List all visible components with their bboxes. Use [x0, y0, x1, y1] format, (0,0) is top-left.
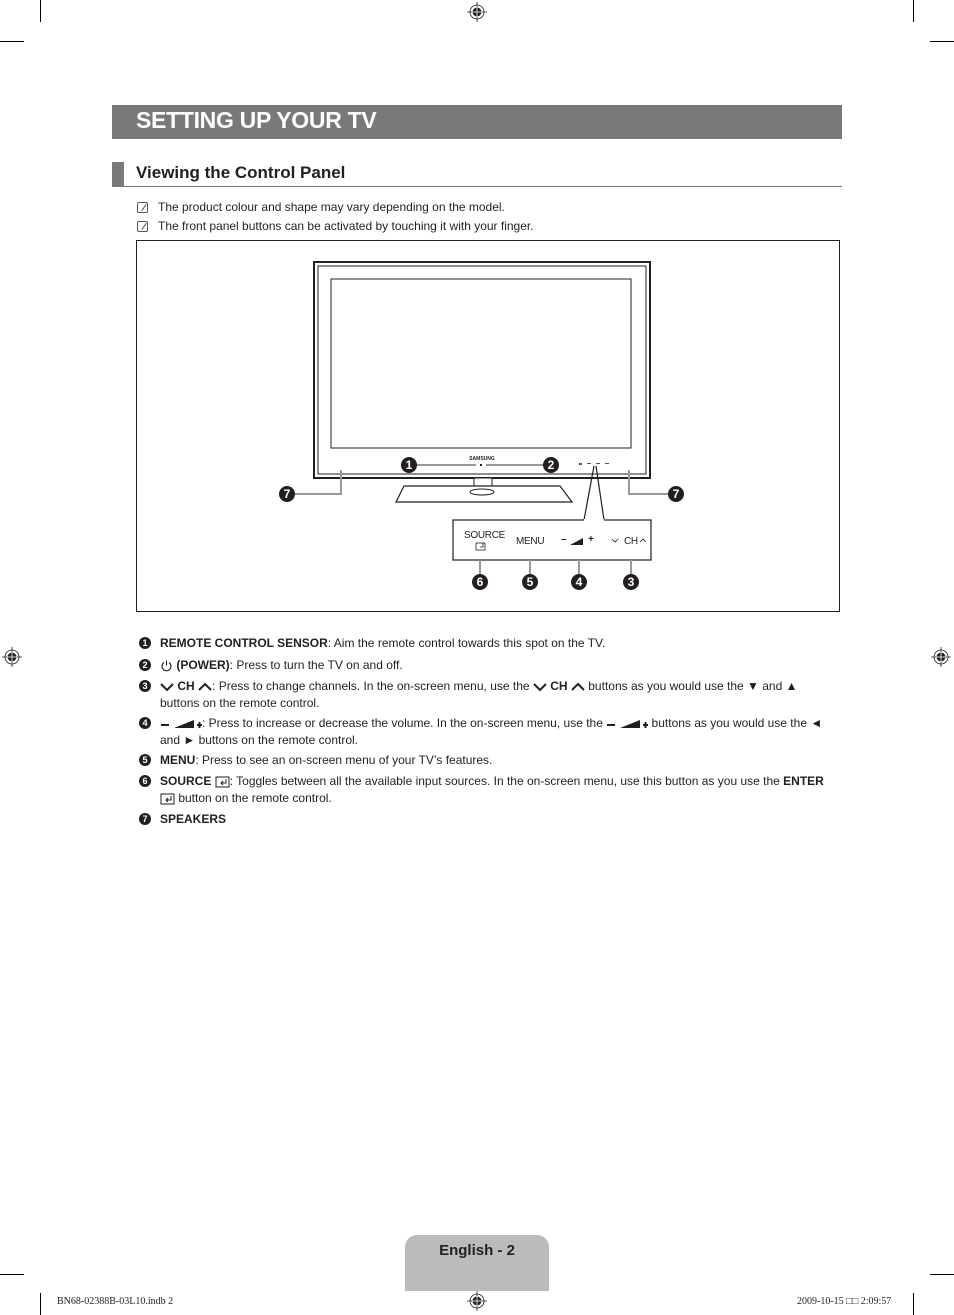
- section-heading: Viewing the Control Panel: [136, 163, 346, 182]
- list-item: 1 REMOTE CONTROL SENSOR: Aim the remote …: [139, 635, 839, 652]
- item-term: SOURCE: [160, 774, 212, 788]
- panel-source-label: SOURCE: [464, 530, 505, 541]
- tv-stand-base: [395, 485, 574, 503]
- panel-vol-minus-label: –: [561, 534, 567, 545]
- item-text: : Press to change channels. In the on-sc…: [212, 679, 533, 693]
- enter-icon: [160, 793, 175, 805]
- touch-button-mark: [596, 463, 600, 464]
- item-term: CH: [177, 679, 195, 693]
- list-item: 6 SOURCE : Toggles between all the avail…: [139, 773, 839, 807]
- page-title-bar: SETTING UP YOUR TV: [112, 105, 842, 139]
- tv-screen: [330, 278, 632, 449]
- page-title: SETTING UP YOUR TV: [136, 107, 377, 133]
- power-icon: [161, 660, 172, 672]
- crop-mark: [0, 1274, 24, 1275]
- list-item: 3 CH : Press to change channels. In the …: [139, 678, 839, 712]
- section-marker: [112, 162, 124, 186]
- item-term: CH: [550, 679, 568, 693]
- crop-mark: [0, 41, 24, 42]
- registration-mark-icon: [467, 2, 487, 22]
- item-number: 3: [139, 680, 151, 692]
- chevron-up-icon: [571, 682, 585, 691]
- item-text: : Aim the remote control towards this sp…: [327, 636, 606, 650]
- crop-mark: [913, 0, 914, 22]
- print-timestamp: 2009-10-15 □□ 2:09:57: [797, 1296, 892, 1307]
- item-term: ENTER: [783, 774, 824, 788]
- item-number: 7: [139, 813, 151, 825]
- chevron-down-icon: [533, 683, 547, 692]
- item-text: : Press to see an on-screen menu of your…: [195, 753, 493, 767]
- list-item: 2 (POWER): Press to turn the TV on and o…: [139, 657, 839, 674]
- section-rule: [112, 186, 842, 187]
- page-number: English - 2: [439, 1242, 515, 1259]
- item-term: MENU: [160, 753, 196, 767]
- callout-3: 3: [623, 574, 639, 590]
- note-item: The product colour and shape may vary de…: [137, 200, 505, 214]
- item-number: 2: [139, 659, 151, 671]
- page-number-tab: English - 2: [405, 1235, 549, 1291]
- touch-button-mark: [605, 463, 609, 464]
- crop-mark: [930, 1274, 954, 1275]
- chevron-down-icon: [160, 683, 174, 692]
- registration-mark-icon: [467, 1291, 487, 1311]
- item-text: : Press to turn the TV on and off.: [229, 658, 403, 672]
- list-item: 7 SPEAKERS: [139, 811, 839, 828]
- panel-ch-label: CH: [624, 536, 638, 547]
- note-icon: [137, 220, 148, 232]
- list-item: 5 MENU: Press to see an on-screen menu o…: [139, 752, 839, 769]
- crop-mark: [40, 1293, 41, 1315]
- panel-menu-label: MENU: [516, 536, 545, 547]
- item-number: 6: [139, 775, 151, 787]
- callout-2: 2: [543, 457, 559, 473]
- item-text: button on the remote control.: [175, 791, 332, 805]
- crop-mark: [930, 41, 954, 42]
- note-text: The product colour and shape may vary de…: [158, 200, 505, 214]
- item-text: : Press to increase or decrease the volu…: [202, 716, 607, 730]
- note-icon: [137, 201, 148, 213]
- callout-7-right: 7: [668, 486, 684, 502]
- volume-controls-icon: [607, 719, 649, 728]
- item-term: (POWER): [176, 658, 230, 672]
- callout-4: 4: [571, 574, 587, 590]
- item-term: SPEAKERS: [160, 812, 227, 826]
- note-text: The front panel buttons can be activated…: [158, 219, 534, 233]
- note-item: The front panel buttons can be activated…: [137, 219, 534, 233]
- crop-mark: [913, 1293, 914, 1315]
- item-term: REMOTE CONTROL SENSOR: [160, 636, 328, 650]
- crop-mark: [40, 0, 41, 22]
- callout-5: 5: [522, 574, 538, 590]
- registration-mark-icon: [2, 647, 22, 667]
- callout-1: 1: [401, 457, 417, 473]
- touch-button-mark: [579, 463, 582, 465]
- item-number: 4: [139, 717, 151, 729]
- volume-controls-icon: [161, 719, 202, 728]
- chevron-up-icon: [198, 682, 212, 691]
- tv-illustration: SAMSUNG: [294, 261, 670, 574]
- registration-mark-icon: [931, 647, 951, 667]
- item-text: : Toggles between all the available inpu…: [229, 774, 784, 788]
- item-number: 5: [139, 754, 151, 766]
- tv-brand-logo: SAMSUNG: [469, 456, 495, 462]
- item-number: 1: [139, 637, 151, 649]
- touch-button-mark: [587, 463, 591, 464]
- list-item: 4 : Press to increase or decrease the vo…: [139, 715, 839, 749]
- panel-vol-plus-label: +: [588, 534, 594, 545]
- enter-icon: [215, 776, 230, 788]
- file-slug: BN68-02388B-03L10.indb 2: [57, 1296, 174, 1307]
- remote-sensor-dot: [480, 464, 482, 466]
- callout-7-left: 7: [279, 486, 295, 502]
- callout-6: 6: [472, 574, 488, 590]
